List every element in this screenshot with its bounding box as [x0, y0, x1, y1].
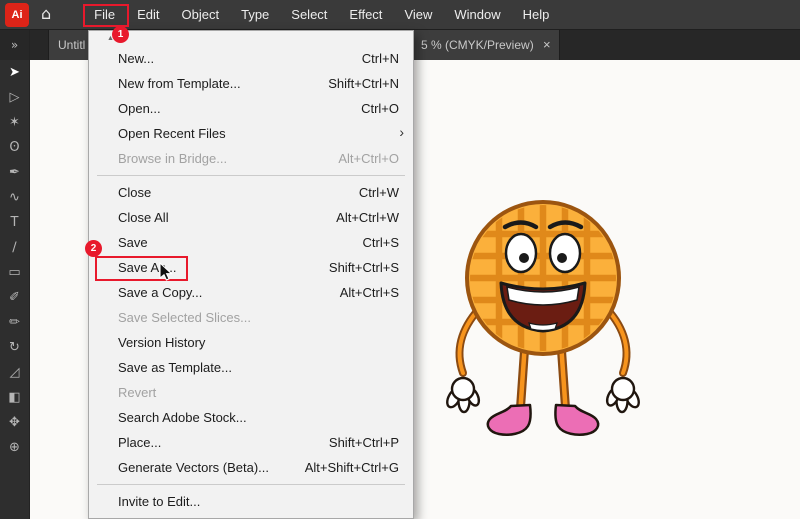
file-menu-item-new-from-template[interactable]: New from Template... Shift+Ctrl+N: [89, 71, 413, 96]
menu-item-label: New from Template...: [118, 76, 316, 91]
gradient-tool-icon[interactable]: ◧: [0, 385, 29, 410]
annotation-badge-1: 1: [112, 26, 129, 43]
menu-item-shortcut: Alt+Ctrl+O: [338, 151, 399, 166]
menubar-item-object[interactable]: Object: [171, 0, 231, 29]
hand-tool-icon[interactable]: ✥: [0, 410, 29, 435]
menu-item-shortcut: Shift+Ctrl+P: [329, 435, 399, 450]
menu-separator: [89, 171, 413, 180]
menu-item-label: Open...: [118, 101, 349, 116]
rectangle-tool-icon[interactable]: ▭: [0, 260, 29, 285]
double-chevron-icon: »: [11, 38, 18, 52]
file-menu-item-close[interactable]: Close Ctrl+W: [89, 180, 413, 205]
menu-item-shortcut: Ctrl+N: [362, 51, 399, 66]
menu-item-label: Generate Vectors (Beta)...: [118, 460, 293, 475]
menubar-item-effect[interactable]: Effect: [338, 0, 393, 29]
menu-item-label: Save as Template...: [118, 360, 399, 375]
menu-separator: [89, 480, 413, 489]
menu-item-label: Save a Copy...: [118, 285, 328, 300]
menu-item-label: Browse in Bridge...: [118, 151, 326, 166]
document-tab-title-left: Untitl: [58, 38, 85, 52]
zoom-tool-icon[interactable]: ⊕: [0, 435, 29, 460]
file-menu-item-place[interactable]: Place... Shift+Ctrl+P: [89, 430, 413, 455]
menu-item-label: Search Adobe Stock...: [118, 410, 399, 425]
direct-selection-tool-icon[interactable]: ▷: [0, 85, 29, 110]
file-menu-item-version-history[interactable]: Version History: [89, 330, 413, 355]
menu-item-label: Revert: [118, 385, 399, 400]
menubar-item-help[interactable]: Help: [512, 0, 561, 29]
lasso-tool-icon[interactable]: ʘ: [0, 135, 29, 160]
menu-item-label: New...: [118, 51, 350, 66]
tab-close-icon[interactable]: ×: [543, 37, 551, 52]
illustrator-logo-icon[interactable]: Ai: [5, 3, 29, 27]
line-segment-tool-icon[interactable]: ∕: [0, 235, 29, 260]
menu-scroll-up: ▲: [89, 31, 413, 46]
curvature-tool-icon[interactable]: ∿: [0, 185, 29, 210]
document-tab-title-right: 5 % (CMYK/Preview): [421, 38, 534, 52]
annotation-badge-2: 2: [85, 240, 102, 257]
paintbrush-tool-icon[interactable]: ✐: [0, 285, 29, 310]
file-menu-item-open[interactable]: Open... Ctrl+O: [89, 96, 413, 121]
menu-item-shortcut: Alt+Ctrl+S: [340, 285, 399, 300]
waffle-character-artwork[interactable]: [433, 193, 658, 453]
menu-item-label: Close All: [118, 210, 324, 225]
scale-tool-icon[interactable]: ◿: [0, 360, 29, 385]
menubar-item-view[interactable]: View: [393, 0, 443, 29]
menu-item-shortcut: Ctrl+W: [359, 185, 399, 200]
menubar-item-edit[interactable]: Edit: [126, 0, 170, 29]
file-menu-item-save-a-copy[interactable]: Save a Copy... Alt+Ctrl+S: [89, 280, 413, 305]
menu-item-label: Save: [118, 235, 351, 250]
menu-item-shortcut: Ctrl+O: [361, 101, 399, 116]
tool-list: ➤▷✶ʘ✒∿T∕▭✐✏↻◿◧✥⊕: [0, 60, 29, 460]
home-glyph: ⌂: [41, 4, 51, 23]
menu-item-label: Close: [118, 185, 347, 200]
file-menu-item-save[interactable]: Save Ctrl+S: [89, 230, 413, 255]
submenu-arrow-icon: ›: [399, 124, 404, 140]
type-tool-icon[interactable]: T: [0, 210, 29, 235]
mouse-cursor-icon: [159, 262, 173, 282]
file-menu-item-open-recent-files[interactable]: Open Recent Files›: [89, 121, 413, 146]
menubar-items: FileEditObjectTypeSelectEffectViewWindow…: [83, 0, 560, 29]
file-menu-item-share-for-review[interactable]: Share for Review...: [89, 514, 413, 519]
menu-item-label: Version History: [118, 335, 399, 350]
menu-item-shortcut: Shift+Ctrl+S: [329, 260, 399, 275]
menu-item-shortcut: Alt+Ctrl+W: [336, 210, 399, 225]
rotate-tool-icon[interactable]: ↻: [0, 335, 29, 360]
selection-tool-icon[interactable]: ➤: [0, 60, 29, 85]
tools-expand-button[interactable]: »: [0, 30, 29, 60]
magic-wand-tool-icon[interactable]: ✶: [0, 110, 29, 135]
menu-item-label: Invite to Edit...: [118, 494, 399, 509]
file-menu-items: New... Ctrl+N New from Template... Shift+Ct…: [89, 46, 413, 519]
pen-tool-icon[interactable]: ✒: [0, 160, 29, 185]
menu-item-shortcut: Shift+Ctrl+N: [328, 76, 399, 91]
file-menu-item-save-selected-slices: Save Selected Slices...: [89, 305, 413, 330]
file-menu-item-invite-to-edit[interactable]: Invite to Edit...: [89, 489, 413, 514]
tools-panel: » ➤▷✶ʘ✒∿T∕▭✐✏↻◿◧✥⊕: [0, 30, 30, 519]
menu-item-label: Open Recent Files: [118, 126, 399, 141]
menu-item-label: Save Selected Slices...: [118, 310, 399, 325]
file-menu-item-revert: Revert: [89, 380, 413, 405]
home-icon[interactable]: ⌂: [41, 4, 51, 23]
file-menu-item-generate-vectors-beta[interactable]: Generate Vectors (Beta)... Alt+Shift+Ctrl…: [89, 455, 413, 480]
file-menu-item-search-adobe-stock[interactable]: Search Adobe Stock...: [89, 405, 413, 430]
menu-item-label: Place...: [118, 435, 317, 450]
menubar-item-select[interactable]: Select: [280, 0, 338, 29]
menu-item-shortcut: Alt+Shift+Ctrl+G: [305, 460, 399, 475]
annotation-box-file: [83, 4, 129, 27]
pencil-tool-icon[interactable]: ✏: [0, 310, 29, 335]
file-menu-item-new[interactable]: New... Ctrl+N: [89, 46, 413, 71]
illustrator-window: Ai ⌂ FileEditObjectTypeSelectEffectViewW…: [0, 0, 800, 519]
annotation-box-save-as: [95, 256, 188, 281]
menubar-item-window[interactable]: Window: [443, 0, 511, 29]
menu-item-shortcut: Ctrl+S: [363, 235, 399, 250]
file-menu-item-close-all[interactable]: Close All Alt+Ctrl+W: [89, 205, 413, 230]
menubar-item-type[interactable]: Type: [230, 0, 280, 29]
file-menu-item-save-as-template[interactable]: Save as Template...: [89, 355, 413, 380]
file-menu-item-browse-in-bridge: Browse in Bridge... Alt+Ctrl+O: [89, 146, 413, 171]
logo-text: Ai: [12, 9, 23, 21]
